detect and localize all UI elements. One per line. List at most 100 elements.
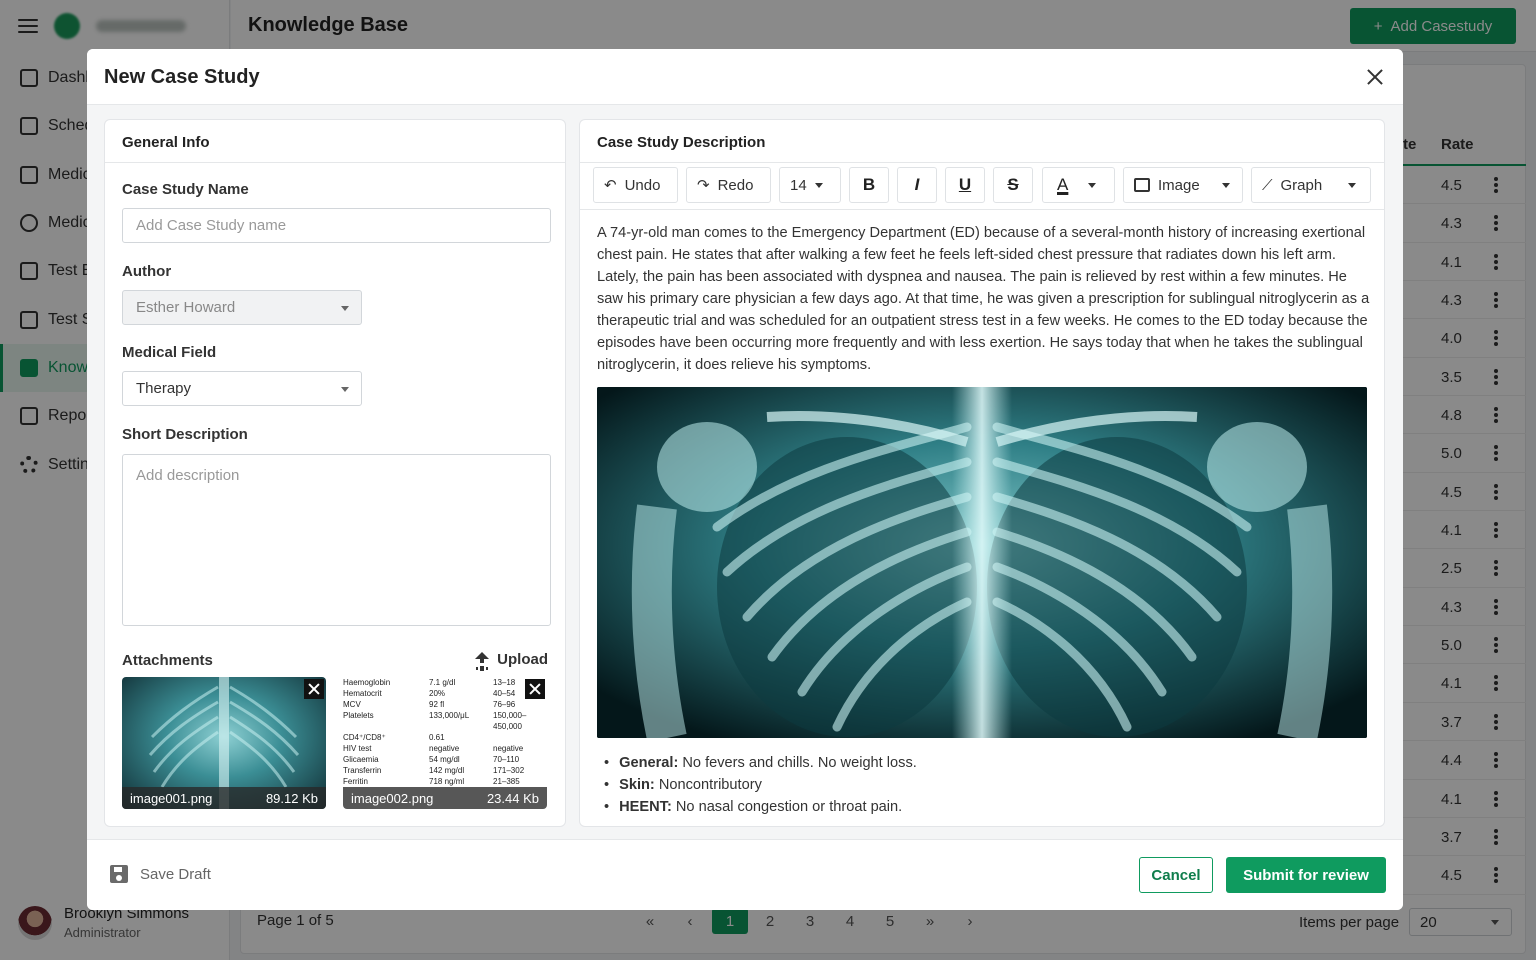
upload-button[interactable]: Upload [475, 651, 548, 668]
case-study-name-label: Case Study Name [122, 181, 249, 198]
underline-button[interactable]: U [945, 167, 985, 203]
description-panel: Case Study Description ↶ Undo ↷ Redo 14 B … [579, 119, 1385, 827]
lab-cell: 76–96 [493, 700, 516, 709]
lab-values-column: 7.1 g/dl 20% 92 fl 133,000/μL 0.61 negative 54… [429, 677, 469, 787]
lab-ranges-column: 13–18 40–54 76–96 150,000– 450,000 negative 70… [493, 677, 526, 787]
medical-field-value: Therapy [136, 380, 192, 397]
lab-cell: Haemoglobin [343, 678, 391, 687]
finding-text: Noncontributory [654, 777, 762, 793]
bold-button[interactable]: B [849, 167, 889, 203]
lab-cell: 142 mg/dl [429, 766, 465, 775]
font-size-value: 14 [790, 176, 807, 194]
strikethrough-button[interactable]: S [993, 167, 1033, 203]
lab-cell: 7.1 g/dl [429, 678, 456, 687]
attachment-caption: image001.png 89.12 Kb [122, 787, 326, 809]
finding-text: No nasal congestion or throat pain. [671, 799, 903, 815]
italic-button[interactable]: I [897, 167, 937, 203]
lab-cell: MCV [343, 700, 361, 709]
undo-label: Undo [624, 176, 661, 194]
redo-label: Redo [717, 176, 754, 194]
lab-cell: HIV test [343, 744, 372, 753]
italic-icon: I [914, 175, 920, 194]
lab-cell: 13–18 [493, 678, 516, 687]
finding-text: No fevers and chills. No weight loss. [678, 755, 917, 771]
redo-button[interactable]: ↷ Redo [686, 167, 771, 203]
attachment-size: 89.12 Kb [265, 790, 318, 806]
lab-cell: 20% [429, 689, 446, 698]
general-info-panel: General Info Case Study Name Add Case St… [104, 119, 566, 827]
close-icon[interactable] [1365, 67, 1385, 87]
graph-label: Graph [1280, 176, 1323, 194]
upload-label: Upload [497, 651, 548, 668]
medical-field-select[interactable]: Therapy [122, 371, 362, 406]
lab-cell: 150,000– [493, 711, 527, 720]
lab-cell: Ferritin [343, 777, 368, 786]
case-study-name-input[interactable]: Add Case Study name [122, 208, 551, 243]
lab-cell: 92 fl [429, 700, 445, 709]
font-size-select[interactable]: 14 [779, 167, 841, 203]
chest-xray-image[interactable] [597, 387, 1367, 738]
attachment-thumbnail[interactable]: image001.png 89.12 Kb [122, 677, 326, 809]
remove-attachment-icon[interactable] [304, 679, 324, 699]
short-description-textarea[interactable]: Add description [122, 454, 551, 626]
modal-footer: Save Draft Cancel Submit for review [87, 839, 1403, 910]
finding-key: General: [619, 755, 679, 771]
lab-cell [493, 732, 526, 743]
editor-toolbar: ↶ Undo ↷ Redo 14 B I U S A Image ⟋ Graph [580, 163, 1384, 210]
save-icon [110, 865, 128, 883]
undo-button[interactable]: ↶ Undo [593, 167, 678, 203]
finding-key: HEENT: [619, 799, 672, 815]
chevron-down-icon [1348, 182, 1357, 188]
strikethrough-icon: S [1007, 175, 1019, 194]
save-draft-button[interactable]: Save Draft [110, 865, 211, 883]
bold-icon: B [862, 175, 876, 194]
lab-cell: CD4⁺/CD8⁺ [343, 733, 386, 742]
text-color-button[interactable]: A [1042, 167, 1115, 203]
new-case-study-modal: New Case Study General Info Case Study N… [87, 49, 1403, 910]
medical-field-label: Medical Field [122, 344, 217, 361]
lab-cell: Glicaemia [343, 755, 379, 764]
author-select[interactable]: Esther Howard [122, 290, 362, 325]
submit-for-review-button[interactable]: Submit for review [1226, 857, 1386, 893]
attachment-thumbnail[interactable]: Haemoglobin Hematocrit MCV Platelets CD4⁺/CD… [343, 677, 547, 809]
findings-list[interactable]: General: No fevers and chills. No weight… [604, 752, 917, 818]
lab-cell: Hematocrit [343, 689, 382, 698]
redo-icon: ↷ [697, 177, 710, 194]
attachments-label: Attachments [122, 652, 213, 669]
lab-cell [429, 721, 469, 732]
chevron-down-icon [341, 306, 349, 311]
attachment-filename: image001.png [130, 790, 213, 806]
lab-cell: 70–110 [493, 755, 520, 764]
lab-cell: negative [429, 744, 460, 753]
chevron-down-icon [814, 182, 823, 188]
attachment-filename: image002.png [351, 790, 434, 806]
lab-cell: 21–385 [493, 777, 520, 786]
image-icon [1134, 178, 1150, 192]
list-item: HEENT: No nasal congestion or throat pai… [604, 796, 917, 818]
list-item: General: No fevers and chills. No weight… [604, 752, 917, 774]
modal-title: New Case Study [104, 66, 260, 88]
chevron-down-icon [1221, 182, 1230, 188]
image-label: Image [1158, 176, 1200, 194]
remove-attachment-icon[interactable] [525, 679, 545, 699]
description-text[interactable]: A 74-yr-old man comes to the Emergency D… [597, 222, 1372, 376]
chevron-down-icon [341, 387, 349, 392]
finding-key: Skin: [619, 777, 655, 793]
chevron-down-icon [1088, 182, 1097, 188]
insert-image-button[interactable]: Image [1123, 167, 1243, 203]
lab-cell: 133,000/μL [429, 711, 470, 720]
author-value: Esther Howard [136, 299, 236, 316]
lab-cell: 0.61 [429, 733, 445, 742]
undo-icon: ↶ [604, 177, 617, 194]
text-color-icon: A [1057, 175, 1069, 194]
lab-cell: 171–302 [493, 766, 525, 775]
lab-cell: 718 ng/ml [429, 777, 465, 786]
lab-cell: 40–54 [493, 689, 516, 698]
attachment-size: 23.44 Kb [486, 790, 539, 806]
save-draft-label: Save Draft [140, 865, 211, 883]
insert-graph-button[interactable]: ⟋ Graph [1251, 167, 1371, 203]
modal-header: New Case Study [87, 49, 1403, 105]
author-label: Author [122, 263, 172, 280]
panel-title: General Info [105, 120, 565, 163]
cancel-button[interactable]: Cancel [1139, 857, 1213, 893]
